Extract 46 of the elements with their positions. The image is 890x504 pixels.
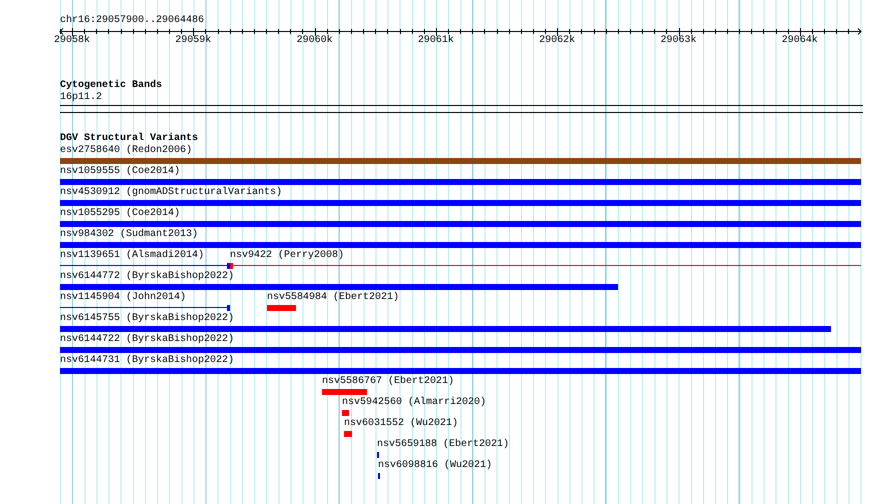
variant-label: nsv4530912 (gnomADStructuralVariants) xyxy=(60,187,282,199)
variant-label: nsv5586767 (Ebert2021) xyxy=(322,376,454,388)
variant-label: nsv6098816 (Wu2021) xyxy=(378,460,492,472)
location-label: chr16:29057900..29064486 xyxy=(60,15,206,27)
tick-label: 29061k xyxy=(418,35,454,47)
variant-label: esv2758640 (Redon2006) xyxy=(60,145,192,157)
variant-label: nsv9422 (Perry2008) xyxy=(230,250,344,262)
variant-bar[interactable] xyxy=(60,242,861,248)
cytoband-bar[interactable] xyxy=(60,105,863,113)
variant-label: nsv1059555 (Coe2014) xyxy=(60,166,180,178)
variant-bar[interactable] xyxy=(267,305,296,311)
tick-label: 29062k xyxy=(539,35,576,47)
tick-label: 29064k xyxy=(782,35,818,47)
variant-bar[interactable] xyxy=(60,326,831,332)
variant-bar[interactable] xyxy=(60,368,861,374)
variant-label: nsv1055295 (Coe2014) xyxy=(60,208,180,220)
variant-bar[interactable] xyxy=(322,389,367,395)
variant-bar[interactable] xyxy=(60,284,618,290)
variant-label: nsv5584984 (Ebert2021) xyxy=(267,292,400,304)
variant-bar[interactable] xyxy=(60,221,861,227)
variant-label: nsv5942560 (Almarri2020) xyxy=(342,397,486,409)
variant-label: nsv6144772 (ByrskaBishop2022) xyxy=(60,271,234,283)
variant-label: nsv6144722 (ByrskaBishop2022) xyxy=(60,334,234,346)
variant-line[interactable] xyxy=(230,263,861,269)
variant-label: nsv6031552 (Wu2021) xyxy=(344,418,458,430)
track-title: DGV Structural Variants xyxy=(60,133,200,144)
variant-bar[interactable] xyxy=(344,431,352,437)
track-title: Cytogenetic Bands xyxy=(60,80,164,92)
variant-label: nsv6144731 (ByrskaBishop2022) xyxy=(60,355,234,367)
band-label: 16p11.2 xyxy=(60,92,104,104)
variant-line[interactable] xyxy=(60,305,230,311)
tick-label: 29058k xyxy=(54,35,90,47)
tick-label: 29060k xyxy=(296,35,333,47)
variant-label: nsv5659188 (Ebert2021) xyxy=(377,439,510,451)
variant-bar[interactable] xyxy=(342,410,349,416)
variant-bar[interactable] xyxy=(60,179,861,185)
tick-label: 29063k xyxy=(660,35,696,47)
variant-label: nsv984302 (Sudmant2013) xyxy=(60,229,198,241)
tick-label: 29059k xyxy=(175,35,212,47)
variant-bar[interactable] xyxy=(60,158,861,164)
variant-label: nsv1145904 (John2014) xyxy=(60,292,186,304)
variant-label: nsv6145755 (ByrskaBishop2022) xyxy=(60,313,234,325)
variant-bar[interactable] xyxy=(60,347,861,353)
variant-label: nsv1139651 (Alsmadi2014) xyxy=(60,250,204,262)
variant-bar[interactable] xyxy=(60,200,861,206)
variant-line[interactable] xyxy=(60,263,230,269)
